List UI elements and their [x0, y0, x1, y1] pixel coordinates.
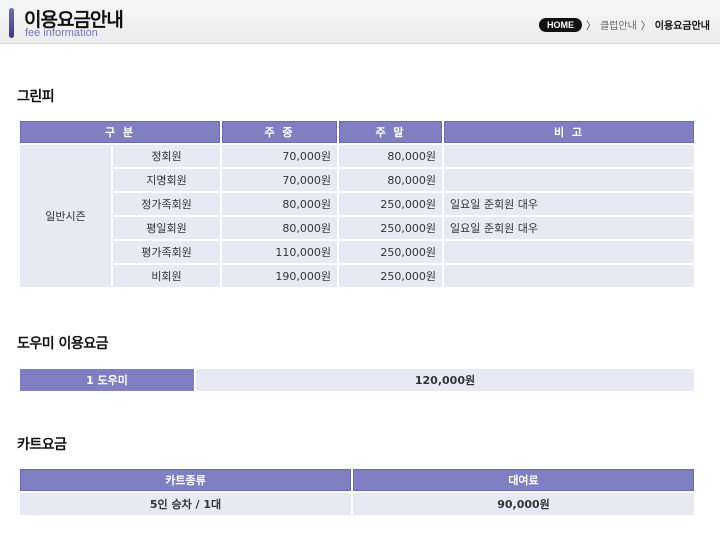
member-type: 정회원	[113, 145, 221, 167]
column-header-weekend: 주 말	[339, 121, 443, 143]
note	[444, 265, 695, 287]
green-fee-table: 구 분 주 중 주 말 비 고 일반시즌 정회원 70,000원 80,000원…	[18, 119, 697, 289]
weekday-fee: 70,000원	[222, 169, 338, 191]
weekday-fee: 190,000원	[222, 265, 338, 287]
section-title-green-fee: 그린피	[17, 89, 55, 105]
breadcrumb-home-link[interactable]: HOME	[538, 17, 582, 32]
table-row: 지명회원 70,000원 80,000원	[20, 169, 695, 191]
cart-fee: 90,000원	[353, 493, 694, 515]
note: 일요일 준회원 대우	[444, 193, 695, 215]
weekend-fee: 250,000원	[339, 217, 443, 239]
member-type: 비회원	[113, 265, 221, 287]
note	[444, 241, 695, 263]
table-row: 정가족회원 80,000원 250,000원 일요일 준회원 대우	[20, 193, 695, 215]
weekday-fee: 70,000원	[222, 145, 338, 167]
section-title-cart: 카트요금	[17, 437, 67, 453]
chevron-right-icon: 〉	[585, 21, 596, 32]
table-row: 5인 승차 / 1대 90,000원	[20, 493, 694, 515]
member-type: 평가족회원	[113, 241, 221, 263]
table-header-row: 카트종류 대여료	[20, 469, 694, 491]
column-header-rental-fee: 대여료	[353, 469, 694, 491]
weekend-fee: 250,000원	[339, 193, 443, 215]
table-row: 비회원 190,000원 250,000원	[20, 265, 695, 287]
member-type: 정가족회원	[113, 193, 221, 215]
table-row: 평일회원 80,000원 250,000원 일요일 준회원 대우	[20, 217, 695, 239]
cart-fee-table: 카트종류 대여료 5인 승차 / 1대 90,000원	[18, 467, 696, 517]
breadcrumb-item-club[interactable]: 클럽안내	[600, 17, 637, 32]
column-header-cart-kind: 카트종류	[20, 469, 351, 491]
page-header: 이용요금안내 fee information HOME 〉 클럽안내 〉 이용요…	[0, 0, 720, 44]
page-subtitle: fee information	[25, 27, 98, 39]
season-label: 일반시즌	[20, 145, 111, 287]
weekday-fee: 110,000원	[222, 241, 338, 263]
caddie-fee-table: 1 도우미 120,000원	[18, 367, 696, 393]
member-type: 지명회원	[113, 169, 221, 191]
weekend-fee: 250,000원	[339, 241, 443, 263]
title-accent-bar	[9, 8, 14, 38]
weekend-fee: 250,000원	[339, 265, 443, 287]
column-header-category: 구 분	[20, 121, 221, 143]
weekday-fee: 80,000원	[222, 217, 338, 239]
member-type: 평일회원	[113, 217, 221, 239]
caddie-label: 1 도우미	[20, 369, 194, 391]
cart-kind: 5인 승차 / 1대	[20, 493, 351, 515]
column-header-note: 비 고	[444, 121, 695, 143]
column-header-weekday: 주 중	[222, 121, 338, 143]
breadcrumb-item-current: 이용요금안내	[654, 21, 710, 32]
weekday-fee: 80,000원	[222, 193, 338, 215]
table-header-row: 구 분 주 중 주 말 비 고	[20, 121, 695, 143]
table-row: 평가족회원 110,000원 250,000원	[20, 241, 695, 263]
weekend-fee: 80,000원	[339, 169, 443, 191]
weekend-fee: 80,000원	[339, 145, 443, 167]
section-title-caddie: 도우미 이용요금	[17, 336, 109, 352]
note: 일요일 준회원 대우	[444, 217, 695, 239]
breadcrumb: HOME 〉 클럽안내 〉 이용요금안내	[538, 17, 710, 32]
chevron-right-icon: 〉	[640, 21, 651, 32]
table-row: 1 도우미 120,000원	[20, 369, 694, 391]
caddie-fee: 120,000원	[196, 369, 694, 391]
table-row: 일반시즌 정회원 70,000원 80,000원	[20, 145, 695, 287]
note	[444, 169, 695, 191]
note	[444, 145, 695, 167]
